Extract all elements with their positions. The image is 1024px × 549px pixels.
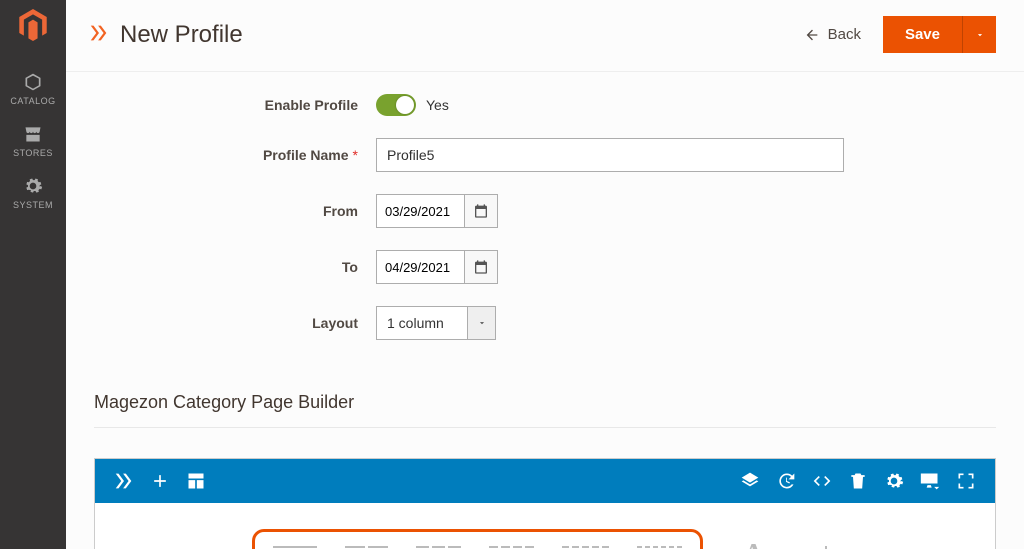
templates-button[interactable] — [179, 464, 213, 498]
builder-section: Magezon Category Page Builder — [66, 380, 1024, 549]
magezon-logo-icon — [88, 22, 110, 47]
trash-icon — [848, 471, 868, 491]
code-icon — [812, 471, 832, 491]
profile-name-input[interactable] — [376, 138, 844, 172]
label-profile-name: Profile Name* — [66, 147, 376, 163]
code-button[interactable] — [805, 464, 839, 498]
add-element-button[interactable] — [143, 464, 177, 498]
nav-label: STORES — [13, 148, 53, 158]
history-icon — [776, 471, 796, 491]
label-to: To — [66, 259, 376, 275]
fullscreen-icon — [956, 471, 976, 491]
nav-catalog[interactable]: CATALOG — [0, 62, 66, 114]
magento-logo-icon — [16, 8, 50, 42]
nav-system[interactable]: SYSTEM — [0, 166, 66, 218]
label-from: From — [66, 203, 376, 219]
label-layout: Layout — [66, 315, 376, 331]
back-button[interactable]: Back — [804, 26, 861, 43]
save-dropdown-toggle[interactable] — [962, 16, 996, 53]
plus-icon — [150, 471, 170, 491]
layout-select-toggle[interactable] — [468, 306, 496, 340]
builder-logo-icon[interactable] — [107, 464, 141, 498]
row-layout: Layout 1 column — [66, 306, 1024, 340]
delete-button[interactable] — [841, 464, 875, 498]
nav-stores[interactable]: STORES — [0, 114, 66, 166]
layout-icon — [186, 471, 206, 491]
arrow-left-icon — [804, 27, 820, 43]
calendar-icon — [473, 259, 489, 275]
nav-label: SYSTEM — [13, 200, 53, 210]
save-button-group: Save — [883, 16, 996, 53]
cube-icon — [23, 72, 43, 92]
row-profile-name: Profile Name* — [66, 138, 1024, 172]
page-header: New Profile Back Save — [66, 0, 1024, 72]
gear-icon — [884, 471, 904, 491]
layers-icon — [740, 471, 760, 491]
save-button[interactable]: Save — [883, 16, 962, 53]
to-date-input[interactable] — [376, 250, 464, 284]
label-enable-profile: Enable Profile — [66, 97, 376, 113]
calendar-icon — [473, 203, 489, 219]
plus-icon — [814, 541, 838, 549]
undo-button[interactable] — [769, 464, 803, 498]
responsive-button[interactable] — [913, 464, 947, 498]
caret-down-icon — [975, 30, 985, 40]
nav-label: CATALOG — [10, 96, 55, 106]
add-row-button[interactable] — [814, 541, 838, 549]
desktop-icon — [919, 471, 941, 491]
fullscreen-button[interactable] — [949, 464, 983, 498]
page-builder: A — [94, 458, 996, 549]
settings-button[interactable] — [877, 464, 911, 498]
column-layout-picker — [252, 529, 703, 549]
admin-sidebar: CATALOG STORES SYSTEM — [0, 0, 66, 549]
builder-canvas: A — [95, 503, 995, 549]
to-date-picker-button[interactable] — [464, 250, 498, 284]
caret-down-icon — [477, 318, 487, 328]
text-element-button[interactable]: A — [743, 539, 763, 549]
store-icon — [23, 124, 43, 144]
row-to-date: To — [66, 250, 1024, 284]
page-title: New Profile — [120, 21, 804, 49]
layers-button[interactable] — [733, 464, 767, 498]
gear-icon — [23, 176, 43, 196]
from-date-picker-button[interactable] — [464, 194, 498, 228]
profile-form: Enable Profile Yes Profile Name* From — [66, 72, 1024, 380]
enable-profile-value: Yes — [426, 97, 449, 113]
layout-select[interactable]: 1 column — [376, 306, 468, 340]
row-enable-profile: Enable Profile Yes — [66, 94, 1024, 116]
builder-toolbar — [95, 459, 995, 503]
main-panel: New Profile Back Save Enable Profile Yes — [66, 0, 1024, 549]
back-label: Back — [828, 26, 861, 43]
from-date-input[interactable] — [376, 194, 464, 228]
enable-profile-toggle[interactable] — [376, 94, 416, 116]
section-heading: Magezon Category Page Builder — [94, 380, 996, 428]
row-from-date: From — [66, 194, 1024, 228]
